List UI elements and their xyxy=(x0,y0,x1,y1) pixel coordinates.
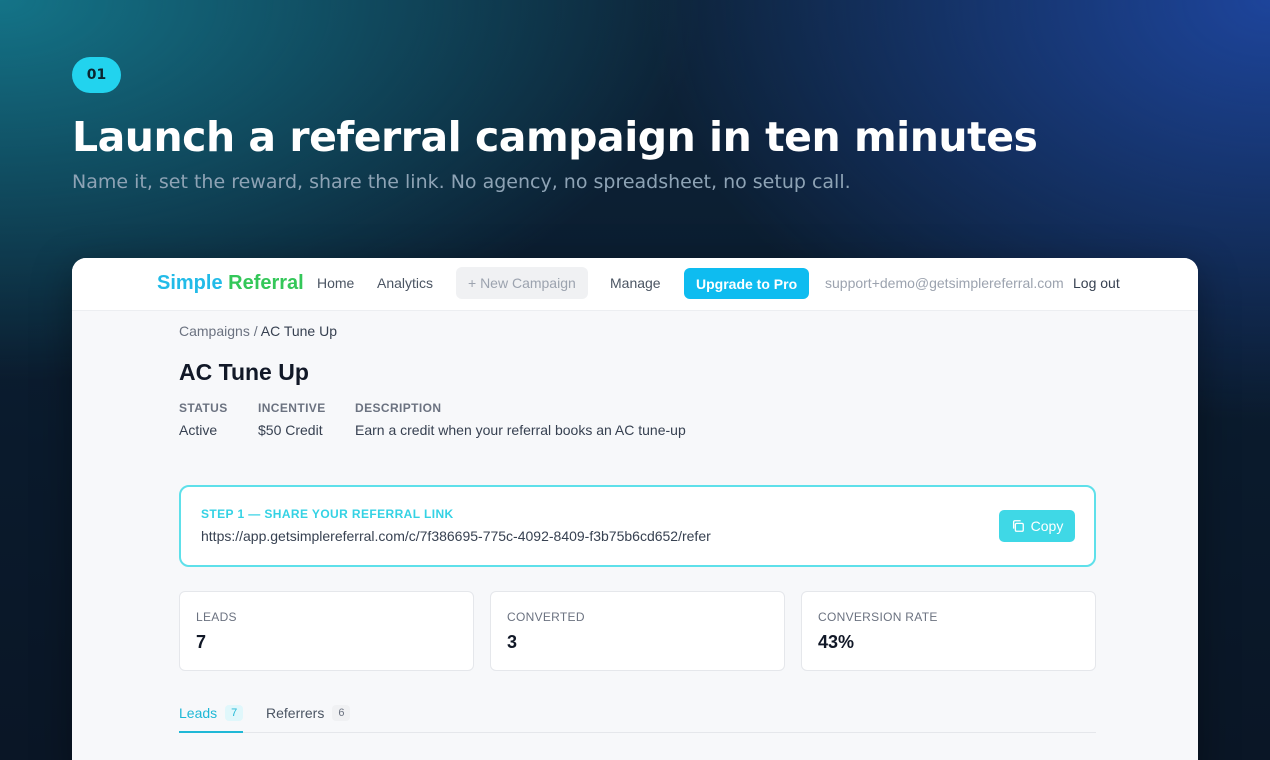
app-window: Simple Referral Home Analytics + New Cam… xyxy=(72,258,1198,760)
tab-leads[interactable]: Leads 7 xyxy=(179,705,244,721)
nav-manage-link[interactable]: Manage xyxy=(610,275,661,291)
nav-analytics-link[interactable]: Analytics xyxy=(377,275,433,291)
logout-link[interactable]: Log out xyxy=(1073,275,1120,291)
user-email: support+demo@getsimplereferral.com xyxy=(825,275,1064,291)
nav-home-link[interactable]: Home xyxy=(317,275,354,291)
tab-referrers[interactable]: Referrers 6 xyxy=(266,705,351,721)
top-navigation: Simple Referral Home Analytics + New Cam… xyxy=(72,258,1198,311)
share-link-label: STEP 1 — SHARE YOUR REFERRAL LINK xyxy=(201,507,454,521)
hero-subtitle: Name it, set the reward, share the link.… xyxy=(72,171,851,193)
status-label: STATUS xyxy=(179,401,228,415)
stat-value: 7 xyxy=(196,632,207,652)
tab-label: Leads xyxy=(179,705,218,721)
stat-value: 3 xyxy=(507,632,518,652)
breadcrumb-current: AC Tune Up xyxy=(260,323,337,339)
logo[interactable]: Simple Referral xyxy=(157,272,304,295)
stat-label: CONVERTED xyxy=(507,610,585,624)
referral-link-url[interactable]: https://app.getsimplereferral.com/c/7f38… xyxy=(201,528,711,544)
breadcrumb-campaigns-link[interactable]: Campaigns xyxy=(179,323,250,339)
tab-count-badge: 6 xyxy=(332,705,351,721)
copy-icon xyxy=(1012,520,1024,532)
incentive-meta: INCENTIVE $50 Credit xyxy=(258,401,326,438)
stat-value: 43% xyxy=(818,632,855,652)
stat-card-leads: LEADS 7 xyxy=(179,591,474,671)
tab-label: Referrers xyxy=(266,705,325,721)
stat-label: LEADS xyxy=(196,610,237,624)
breadcrumb-separator: / xyxy=(249,323,261,339)
description-value: Earn a credit when your referral books a… xyxy=(355,422,686,438)
stat-card-converted: CONVERTED 3 xyxy=(490,591,785,671)
hero-title: Launch a referral campaign in ten minute… xyxy=(72,113,1038,161)
copy-button[interactable]: Copy xyxy=(999,510,1075,542)
tab-count-badge: 7 xyxy=(225,705,244,721)
page-title: AC Tune Up xyxy=(179,359,309,385)
upgrade-button[interactable]: Upgrade to Pro xyxy=(684,268,810,299)
breadcrumb: Campaigns / AC Tune Up xyxy=(179,323,337,339)
incentive-value: $50 Credit xyxy=(258,422,323,438)
incentive-label: INCENTIVE xyxy=(258,401,326,415)
description-meta: DESCRIPTION Earn a credit when your refe… xyxy=(355,401,686,438)
status-meta: STATUS Active xyxy=(179,401,228,438)
share-link-card: STEP 1 — SHARE YOUR REFERRAL LINK https:… xyxy=(179,485,1096,567)
status-value: Active xyxy=(179,422,218,438)
logo-word-referral: Referral xyxy=(228,272,304,294)
new-campaign-button[interactable]: + New Campaign xyxy=(456,267,588,299)
step-number-badge: 01 xyxy=(72,57,121,93)
active-tab-indicator xyxy=(179,731,243,733)
description-label: DESCRIPTION xyxy=(355,401,442,415)
tab-bar: Leads 7 Referrers 6 xyxy=(179,699,1096,733)
logo-word-simple: Simple xyxy=(157,272,223,294)
copy-button-label: Copy xyxy=(1030,518,1064,534)
stat-label: CONVERSION RATE xyxy=(818,610,938,624)
stat-card-conversion-rate: CONVERSION RATE 43% xyxy=(801,591,1096,671)
